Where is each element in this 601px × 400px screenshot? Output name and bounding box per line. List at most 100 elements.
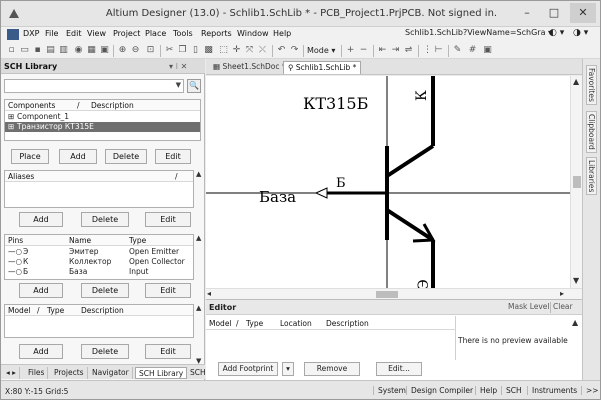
aliases-column-header[interactable]: Aliases	[8, 172, 34, 181]
part-name[interactable]: КТ315Б	[303, 94, 368, 113]
type-column-header[interactable]: Type	[129, 236, 146, 245]
cut-icon[interactable]: ✂	[164, 45, 175, 56]
chevron-down-icon[interactable]: ▼	[176, 81, 181, 89]
forward-icon[interactable]: ◑ ▾	[573, 28, 588, 38]
model-column-header[interactable]: Model	[8, 306, 31, 315]
description-column-header[interactable]: Description	[81, 306, 124, 315]
add-alias-button[interactable]: Add	[19, 212, 63, 227]
status-system[interactable]: System	[373, 386, 406, 395]
panel-controls[interactable]: ▾ ⁝ ✕	[169, 62, 187, 71]
edit-component-button[interactable]: Edit	[155, 149, 191, 164]
align-icon[interactable]: ⋮	[422, 45, 433, 56]
mask-level-button[interactable]: Mask Level	[506, 302, 552, 313]
undo-icon[interactable]: ↶	[276, 45, 287, 56]
zoom-out-icon[interactable]: ⊖	[130, 45, 141, 56]
scroll-down-icon[interactable]: ▼	[573, 276, 579, 285]
type-column-header[interactable]: Type	[47, 306, 64, 315]
tab-files[interactable]: Files	[25, 367, 49, 379]
remove-button[interactable]: Remove	[304, 362, 360, 376]
components-list[interactable]: Components / Description ⊞ Component_1 ⊞…	[4, 99, 201, 141]
next-part-icon[interactable]: ⇥	[390, 45, 401, 56]
status-sch[interactable]: SCH	[501, 386, 522, 395]
status-design-compiler[interactable]: Design Compiler	[406, 386, 473, 395]
edit-footprint-button[interactable]: Edit...	[376, 362, 422, 376]
mode-dropdown[interactable]: Mode ▾	[307, 46, 335, 55]
maximize-button[interactable]: □	[541, 3, 567, 23]
delete-model-button[interactable]: Delete	[81, 344, 129, 359]
menu-tools[interactable]: Tools	[173, 29, 193, 38]
edit-alias-button[interactable]: Edit	[145, 212, 191, 227]
description-column-header[interactable]: Description	[326, 319, 369, 328]
scroll-thumb[interactable]	[376, 291, 398, 298]
menu-dxp[interactable]: DXP	[23, 29, 39, 38]
tab-scroll-icon[interactable]: ◂ ▸	[3, 367, 20, 379]
drawing-tools-icon[interactable]: ✎	[452, 45, 463, 56]
list-item-selected[interactable]: ⊞ Транзистор КТ315Е	[5, 122, 200, 132]
pins-list[interactable]: Pins Name Type —○ Э Эмитер Open Emitter …	[4, 234, 194, 280]
table-row[interactable]: —○ К Коллектор Open Collector	[5, 257, 193, 267]
delete-alias-button[interactable]: Delete	[81, 212, 129, 227]
menu-reports[interactable]: Reports	[201, 29, 232, 38]
horizontal-scrollbar[interactable]: ◂ ▸	[206, 288, 582, 299]
pin-icon[interactable]: ⊢	[433, 45, 444, 56]
redo-icon[interactable]: ↷	[289, 45, 300, 56]
component-wizard-icon[interactable]: ▣	[482, 45, 493, 56]
add-pin-button[interactable]: Add	[19, 283, 63, 298]
zoom-fit-icon[interactable]: ⊡	[145, 45, 156, 56]
status-help[interactable]: Help	[475, 386, 497, 395]
collector-line[interactable]	[385, 144, 435, 178]
name-column-header[interactable]: Name	[69, 236, 91, 245]
back-icon[interactable]: ◐ ▾	[549, 28, 564, 38]
print-preview-icon[interactable]: ▥	[58, 45, 69, 56]
menu-window[interactable]: Window	[237, 29, 269, 38]
paste-icon[interactable]: ▯	[190, 45, 201, 56]
minimize-button[interactable]: –	[514, 3, 540, 23]
tab-favorites[interactable]: Favorites	[586, 65, 597, 105]
menu-help[interactable]: Help	[273, 29, 291, 38]
tab-navigator[interactable]: Navigator	[89, 367, 133, 379]
clear-filter-icon[interactable]: ⤬	[257, 45, 268, 56]
vertical-scrollbar[interactable]: ▲ ▼	[570, 76, 582, 288]
menu-project[interactable]: Project	[113, 29, 140, 38]
scroll-up-icon[interactable]: ▲	[196, 304, 201, 312]
model-grid[interactable]: Model / Type Location Description	[206, 316, 456, 360]
tab-sheet1[interactable]: ▦ Sheet1.SchDoc *	[209, 61, 290, 74]
delete-component-button[interactable]: Delete	[105, 149, 147, 164]
open-project-icon[interactable]: ◉	[73, 45, 84, 56]
device-sheets-icon[interactable]: ▦	[86, 45, 97, 56]
move-icon[interactable]: ✛	[231, 45, 242, 56]
scroll-right-icon[interactable]: ▸	[560, 289, 564, 298]
scroll-left-icon[interactable]: ◂	[207, 289, 211, 298]
tab-projects[interactable]: Projects	[51, 367, 88, 379]
add-footprint-button[interactable]: Add Footprint	[218, 362, 278, 376]
edit-model-button[interactable]: Edit	[145, 344, 191, 359]
model-list[interactable]: Model / Type Description	[4, 304, 194, 338]
menu-file[interactable]: File	[45, 29, 58, 38]
add-footprint-dropdown[interactable]: ▾	[282, 362, 294, 376]
tab-clipboard[interactable]: Clipboard	[586, 111, 597, 153]
add-part-icon[interactable]: +	[345, 45, 356, 56]
edit-pin-button[interactable]: Edit	[145, 283, 191, 298]
place-button[interactable]: Place	[11, 149, 49, 164]
deselect-icon[interactable]: ⤧	[244, 45, 255, 56]
type-column-header[interactable]: Type	[246, 319, 263, 328]
description-column-header[interactable]: Description	[91, 101, 134, 110]
location-column-header[interactable]: Location	[280, 319, 312, 328]
rubber-stamp-icon[interactable]: ▩	[203, 45, 214, 56]
grid-icon[interactable]: #	[467, 45, 478, 56]
list-item[interactable]: ⊞ Component_1	[5, 112, 200, 122]
select-area-icon[interactable]: ⬚	[218, 45, 229, 56]
tab-schlib1[interactable]: ⚲ Schlib1.SchLib *	[283, 61, 362, 74]
scroll-up-icon[interactable]: ▲	[196, 170, 201, 178]
save-icon[interactable]: ▪	[32, 45, 43, 56]
scroll-thumb[interactable]	[573, 176, 581, 188]
aliases-list[interactable]: Aliases /	[4, 170, 194, 208]
scroll-up-icon[interactable]: ▲	[573, 77, 579, 86]
tab-libraries[interactable]: Libraries	[586, 157, 597, 196]
board-icon[interactable]: ▣	[99, 45, 110, 56]
document-path-field[interactable]: Schlib1.SchLib?ViewName=SchGra ▾	[405, 28, 552, 37]
table-row[interactable]: —○ Б База Input	[5, 267, 193, 277]
search-icon[interactable]: 🔍	[187, 79, 201, 93]
copy-icon[interactable]: ❐	[177, 45, 188, 56]
pins-column-header[interactable]: Pins	[8, 236, 23, 245]
